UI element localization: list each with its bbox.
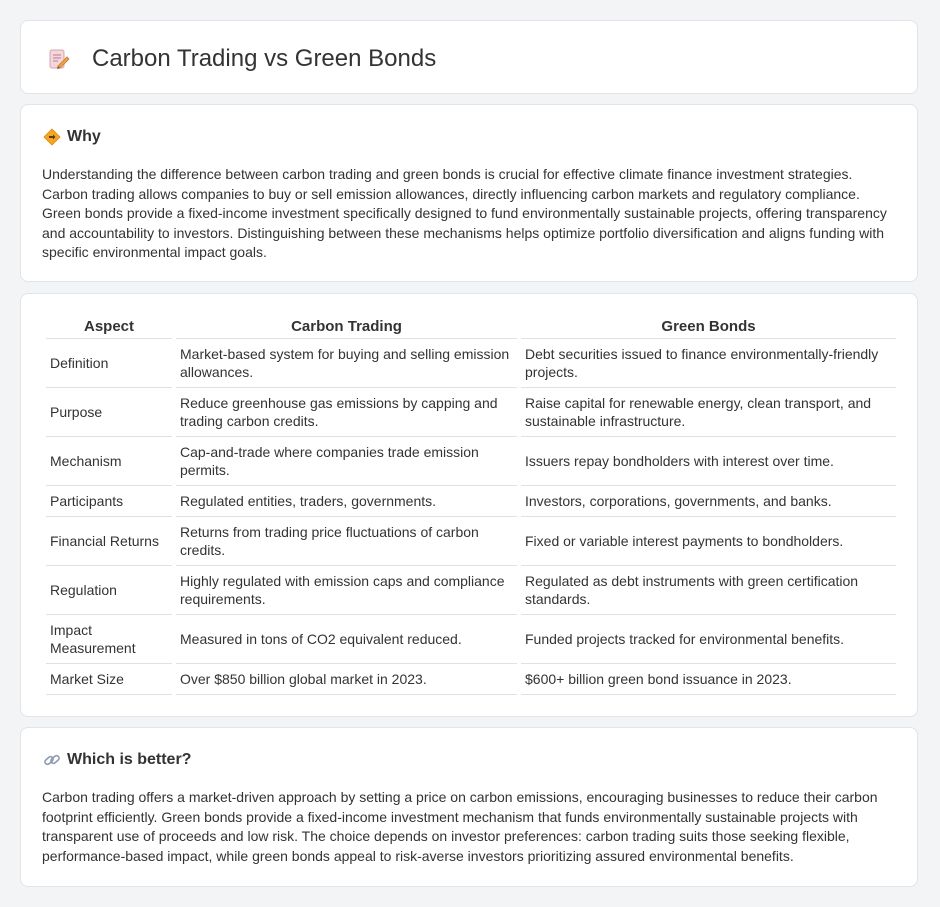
header-green-bonds: Green Bonds [521,315,896,339]
table-row: Definition Market-based system for buyin… [46,339,896,388]
row-aspect: Purpose [46,388,172,437]
header-carbon-trading: Carbon Trading [176,315,517,339]
row-aspect: Definition [46,339,172,388]
table-row: Participants Regulated entities, traders… [46,486,896,517]
row-carbon-trading: Over $850 billion global market in 2023. [176,664,517,695]
table-row: Market Size Over $850 billion global mar… [46,664,896,695]
page-title: Carbon Trading vs Green Bonds [92,45,437,72]
row-green-bonds: Debt securities issued to finance enviro… [521,339,896,388]
table-row: Impact Measurement Measured in tons of C… [46,615,896,664]
which-is-better-text: Carbon trading offers a market-driven ap… [42,789,878,864]
row-green-bonds: Regulated as debt instruments with green… [521,566,896,615]
memo-pencil-icon [49,49,70,70]
row-aspect: Participants [46,486,172,517]
row-green-bonds: Raise capital for renewable energy, clea… [521,388,896,437]
row-aspect: Regulation [46,566,172,615]
row-carbon-trading: Regulated entities, traders, governments… [176,486,517,517]
table-header-row: Aspect Carbon Trading Green Bonds [46,315,896,339]
which-is-better-heading: Which is better? [67,751,192,768]
row-carbon-trading: Highly regulated with emission caps and … [176,566,517,615]
comparison-card: Aspect Carbon Trading Green Bonds Defini… [20,293,918,717]
table-row: Mechanism Cap-and-trade where companies … [46,437,896,486]
row-aspect: Market Size [46,664,172,695]
row-green-bonds: Funded projects tracked for environmenta… [521,615,896,664]
row-green-bonds: Issuers repay bondholders with interest … [521,437,896,486]
row-carbon-trading: Reduce greenhouse gas emissions by cappi… [176,388,517,437]
why-heading: Why [67,128,101,145]
header-aspect: Aspect [46,315,172,339]
row-green-bonds: Investors, corporations, governments, an… [521,486,896,517]
link-icon [44,754,60,766]
signpost-icon [43,128,61,146]
row-green-bonds: $600+ billion green bond issuance in 202… [521,664,896,695]
row-aspect: Impact Measurement [46,615,172,664]
why-section: Why Understanding the difference between… [20,104,918,282]
row-carbon-trading: Returns from trading price fluctuations … [176,517,517,566]
table-row: Financial Returns Returns from trading p… [46,517,896,566]
row-carbon-trading: Market-based system for buying and selli… [176,339,517,388]
comparison-table: Aspect Carbon Trading Green Bonds Defini… [42,315,900,695]
row-carbon-trading: Measured in tons of CO2 equivalent reduc… [176,615,517,664]
table-row: Purpose Reduce greenhouse gas emissions … [46,388,896,437]
row-aspect: Financial Returns [46,517,172,566]
why-text: Understanding the difference between car… [42,166,887,260]
which-is-better-section: Which is better? Carbon trading offers a… [20,727,918,887]
title-card: Carbon Trading vs Green Bonds [20,20,918,94]
row-aspect: Mechanism [46,437,172,486]
row-green-bonds: Fixed or variable interest payments to b… [521,517,896,566]
table-row: Regulation Highly regulated with emissio… [46,566,896,615]
row-carbon-trading: Cap-and-trade where companies trade emis… [176,437,517,486]
